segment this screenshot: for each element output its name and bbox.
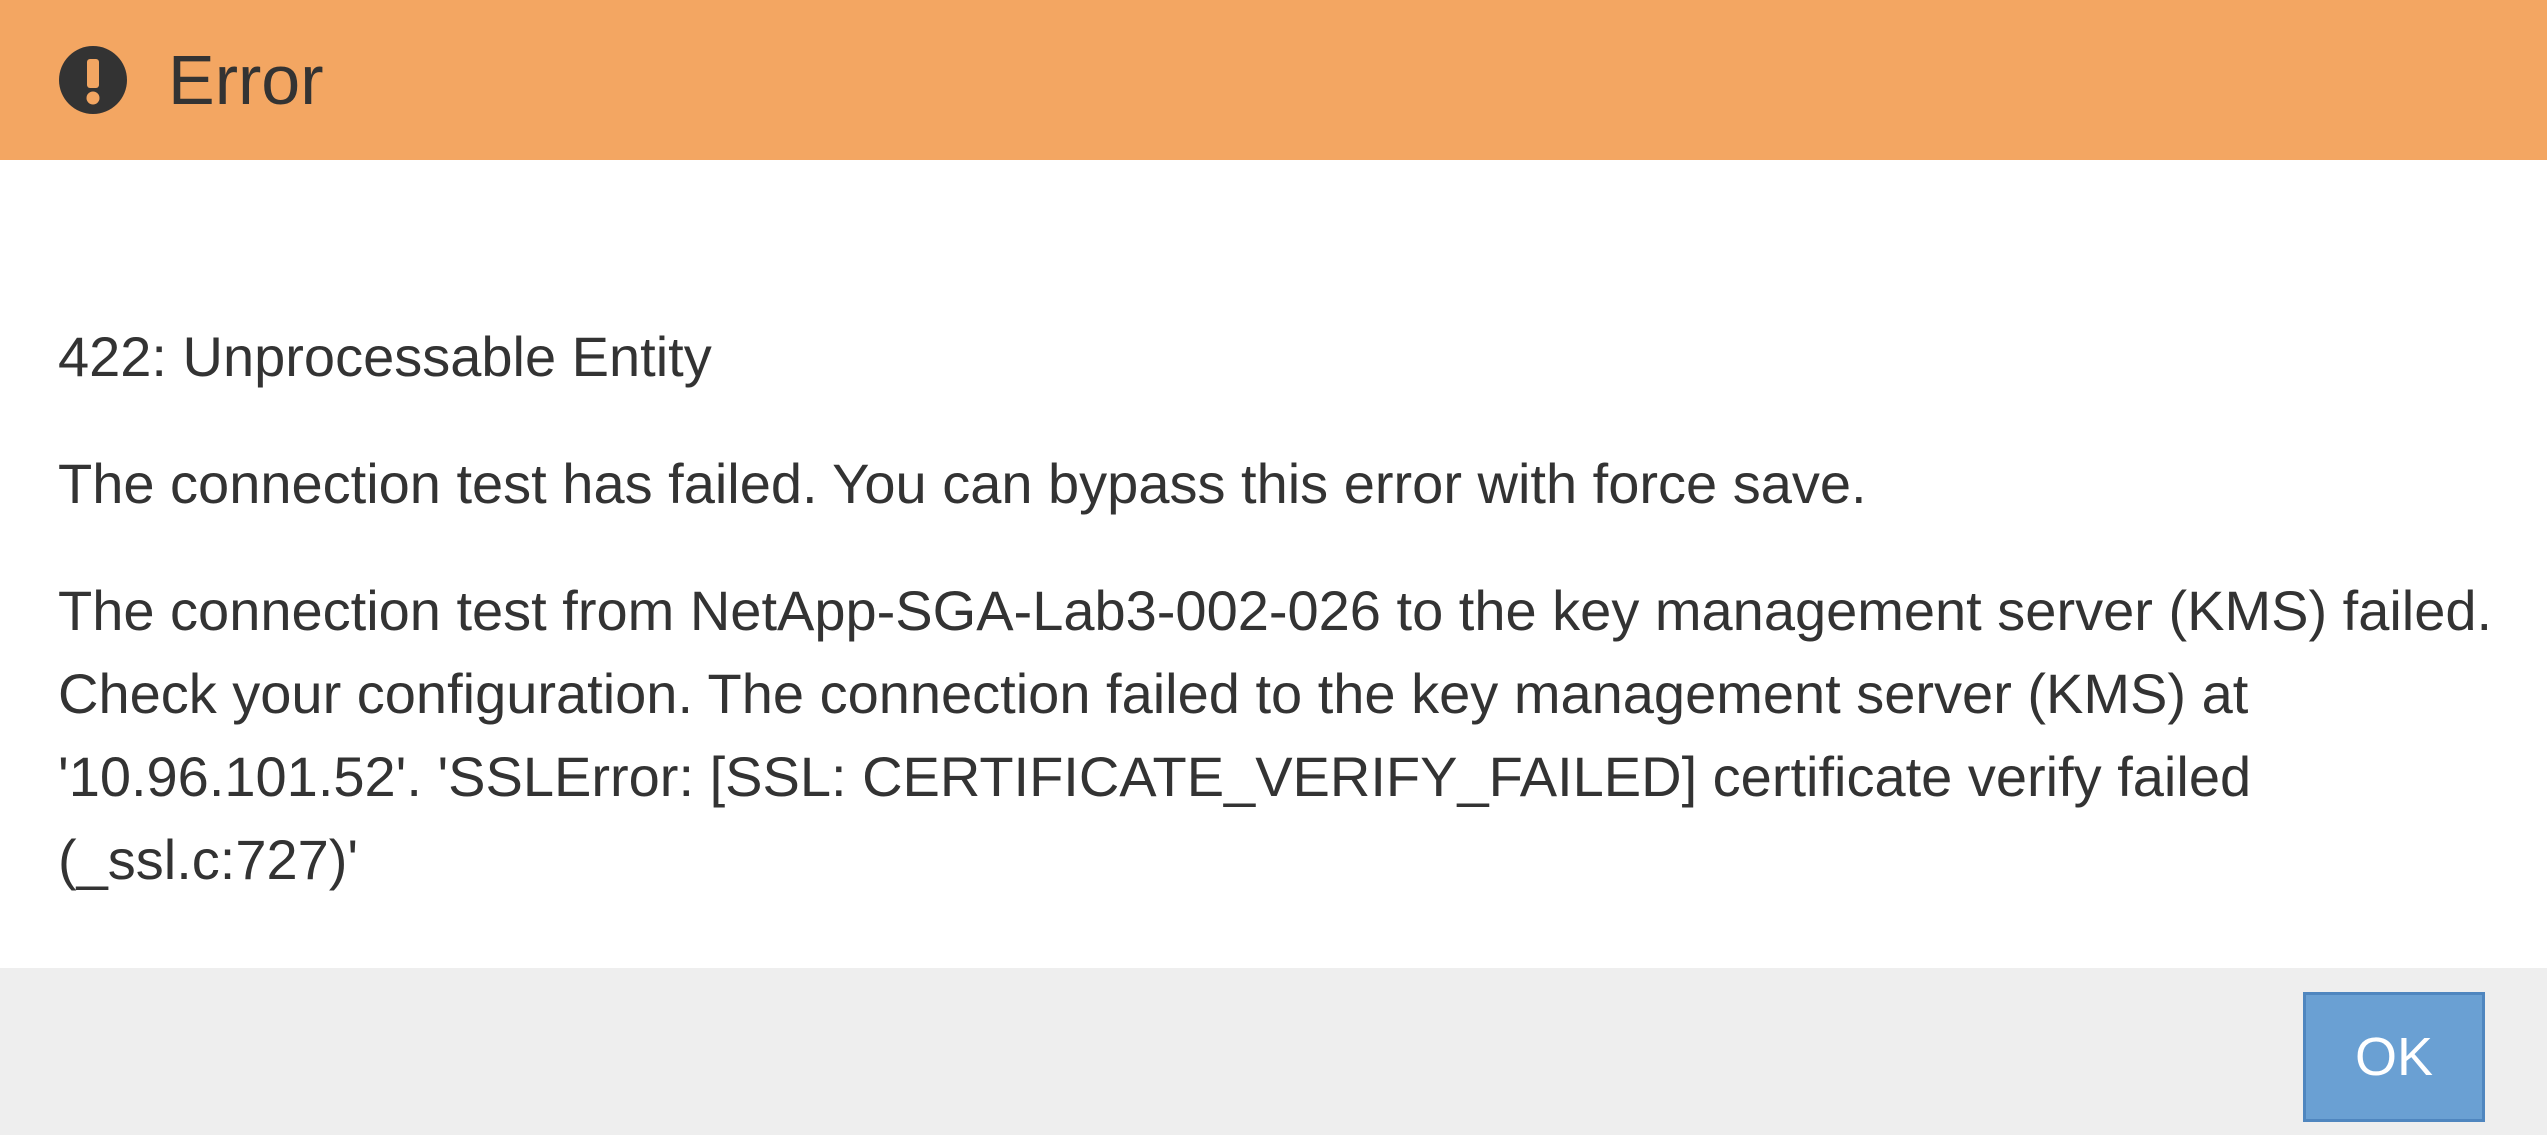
error-status: 422: Unprocessable Entity bbox=[58, 325, 712, 388]
dialog-title: Error bbox=[168, 41, 324, 119]
dialog-body: 422: Unprocessable Entity The connection… bbox=[58, 160, 2493, 968]
error-detail-line: Check your configuration. The connection… bbox=[58, 662, 2249, 725]
ok-button[interactable]: OK bbox=[2303, 992, 2485, 1122]
dialog-footer: OK bbox=[0, 968, 2547, 1135]
error-detail-line: The connection test from NetApp-SGA-Lab3… bbox=[58, 579, 2493, 642]
dialog-header: Error bbox=[0, 0, 2547, 160]
error-detail-line: (_ssl.c:727)' bbox=[58, 828, 359, 891]
error-detail: The connection test from NetApp-SGA-Lab3… bbox=[58, 569, 2493, 901]
error-dialog: Error 422: Unprocessable Entity The conn… bbox=[0, 0, 2547, 1135]
error-summary: The connection test has failed. You can … bbox=[58, 452, 1867, 515]
exclamation-circle-icon bbox=[58, 45, 128, 115]
error-detail-line: '10.96.101.52'. 'SSLError: [SSL: CERTIFI… bbox=[58, 745, 2252, 808]
